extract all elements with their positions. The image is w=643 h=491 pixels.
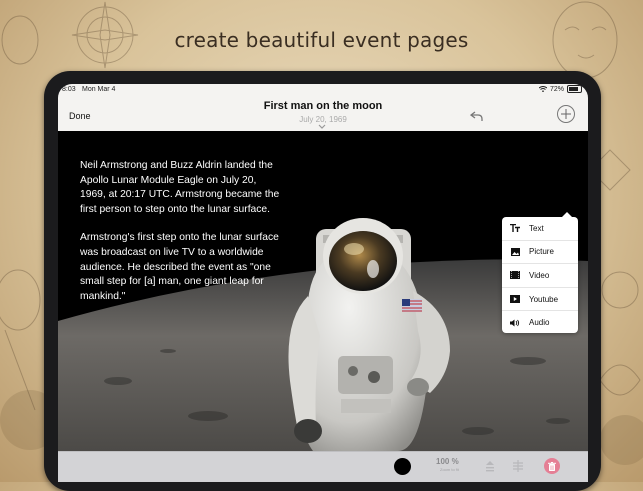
align-icon[interactable] xyxy=(512,460,524,472)
story-text-block[interactable]: Neil Armstrong and Buzz Aldrin landed th… xyxy=(80,159,280,318)
promo-headline: create beautiful event pages xyxy=(174,28,469,52)
bring-forward-icon[interactable] xyxy=(484,460,496,472)
menu-item-label: Picture xyxy=(529,247,554,257)
menu-item-label: Youtube xyxy=(529,294,559,304)
menu-item-youtube[interactable]: Youtube xyxy=(502,288,578,312)
zoom-level[interactable]: 100 % xyxy=(436,457,459,466)
zoom-caption: Zoom to fit xyxy=(440,467,459,472)
app-screen: 8:03 Mon Mar 4 72% Done First man on the… xyxy=(58,84,588,482)
menu-item-text[interactable]: Text xyxy=(502,217,578,241)
status-bar: 8:03 Mon Mar 4 72% xyxy=(58,84,588,96)
menu-item-audio[interactable]: Audio xyxy=(502,311,578,334)
color-picker-button[interactable] xyxy=(394,458,411,475)
audio-icon xyxy=(510,319,520,327)
menu-item-label: Text xyxy=(529,223,544,233)
story-paragraph[interactable]: Armstrong's first step onto the lunar su… xyxy=(80,231,280,304)
delete-button[interactable] xyxy=(544,458,560,474)
youtube-icon xyxy=(510,295,520,304)
bottom-toolbar: 100 % Zoom to fit xyxy=(58,451,588,482)
chevron-down-icon[interactable] xyxy=(318,124,326,130)
undo-icon[interactable] xyxy=(470,110,484,122)
story-paragraph[interactable]: Neil Armstrong and Buzz Aldrin landed th… xyxy=(80,159,280,217)
page-date[interactable]: July 20, 1969 xyxy=(58,115,588,124)
battery-percent: 72% xyxy=(549,85,564,93)
add-element-button[interactable] xyxy=(557,105,575,123)
menu-item-picture[interactable]: Picture xyxy=(502,241,578,265)
add-element-menu: Text Picture Video Youtube Audio xyxy=(502,212,578,334)
menu-item-label: Audio xyxy=(529,318,550,328)
text-size-icon xyxy=(510,224,520,233)
menu-item-label: Video xyxy=(529,270,550,280)
status-time: 8:03 xyxy=(62,86,76,93)
trash-icon xyxy=(548,461,556,471)
nav-bar: Done First man on the moon July 20, 1969 xyxy=(58,96,588,131)
picture-icon xyxy=(510,247,520,256)
page-title[interactable]: First man on the moon xyxy=(58,100,588,112)
video-icon xyxy=(510,271,520,280)
wifi-icon xyxy=(538,86,547,92)
status-date: Mon Mar 4 xyxy=(82,86,116,93)
status-right: 72% xyxy=(538,85,582,93)
battery-icon xyxy=(567,85,582,93)
menu-item-video[interactable]: Video xyxy=(502,264,578,288)
